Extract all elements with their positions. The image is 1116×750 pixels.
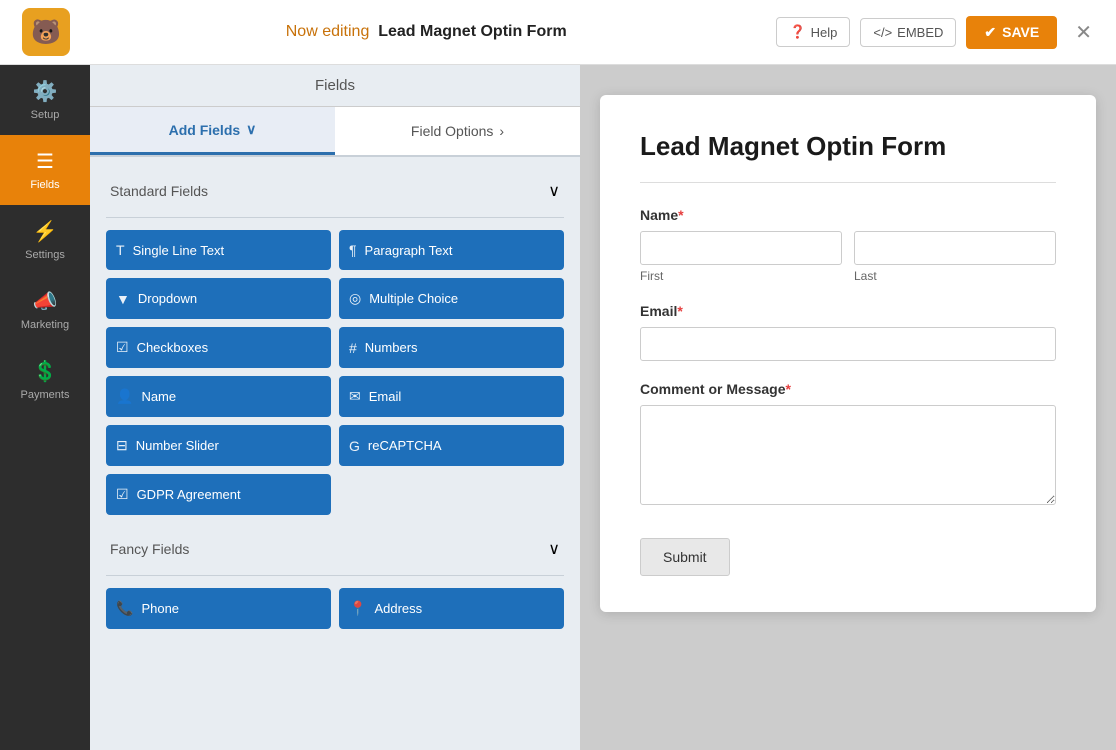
standard-fields-grid: T Single Line Text ¶ Paragraph Text ▼ Dr… (106, 230, 564, 515)
checkboxes-icon: ☑ (116, 339, 129, 356)
fancy-fields-title: Fancy Fields (110, 541, 189, 557)
address-icon: 📍 (349, 600, 366, 617)
form-name-title: Lead Magnet Optin Form (378, 23, 566, 40)
field-btn-name[interactable]: 👤 Name (106, 376, 331, 417)
help-button[interactable]: ❓ Help (776, 17, 850, 47)
form-divider (640, 182, 1056, 183)
sidebar-item-marketing[interactable]: 📣 Marketing (0, 275, 90, 345)
field-btn-multiple-choice[interactable]: ◎ Multiple Choice (339, 278, 564, 319)
email-input[interactable] (640, 327, 1056, 361)
slider-icon: ⊟ (116, 437, 128, 454)
sidebar: ⚙️ Setup ☰ Fields ⚡ Settings 📣 Marketing… (0, 65, 90, 750)
code-icon: </> (873, 25, 892, 40)
settings-icon: ⚡ (33, 219, 58, 244)
chevron-down-icon: ∨ (246, 121, 256, 138)
message-textarea[interactable] (640, 405, 1056, 505)
logo-bear-icon: 🐻 (22, 8, 70, 56)
sidebar-item-setup[interactable]: ⚙️ Setup (0, 65, 90, 135)
form-field-name: Name* First Last (640, 207, 1056, 283)
fields-icon: ☰ (36, 149, 54, 174)
field-btn-gdpr[interactable]: ☑ GDPR Agreement (106, 474, 331, 515)
field-btn-email[interactable]: ✉ Email (339, 376, 564, 417)
tabs-row: Add Fields ∨ Field Options › (90, 107, 580, 157)
panel-header: Fields (90, 65, 580, 107)
top-header: 🐻 Now editing Lead Magnet Optin Form ❓ H… (0, 0, 1116, 65)
embed-button[interactable]: </> EMBED (860, 18, 956, 47)
chevron-right-icon: › (499, 123, 504, 139)
form-preview-title: Lead Magnet Optin Form (640, 131, 1056, 162)
close-button[interactable]: ✕ (1067, 20, 1100, 45)
standard-fields-collapse-icon: ∨ (548, 181, 560, 201)
recaptcha-icon: G (349, 438, 360, 454)
standard-fields-section-header[interactable]: Standard Fields ∨ (106, 173, 564, 209)
first-label: First (640, 269, 842, 283)
center-panel: Fields Add Fields ∨ Field Options › Stan… (90, 65, 580, 750)
sidebar-label-fields: Fields (30, 179, 59, 191)
check-icon: ✔ (984, 24, 996, 41)
sidebar-label-marketing: Marketing (21, 319, 69, 331)
dropdown-icon: ▼ (116, 291, 130, 307)
field-btn-address[interactable]: 📍 Address (339, 588, 564, 629)
fancy-fields-collapse-icon: ∨ (548, 539, 560, 559)
now-editing-label: Now editing (286, 23, 370, 40)
text-icon: T (116, 242, 125, 258)
question-icon: ❓ (789, 24, 805, 40)
save-button[interactable]: ✔ SAVE (966, 16, 1057, 49)
fancy-fields-divider (106, 575, 564, 576)
field-btn-paragraph-text[interactable]: ¶ Paragraph Text (339, 230, 564, 270)
last-name-col: Last (854, 231, 1056, 283)
sidebar-label-payments: Payments (21, 389, 70, 401)
sidebar-label-setup: Setup (31, 109, 60, 121)
payments-icon: 💲 (33, 359, 58, 384)
tab-field-options[interactable]: Field Options › (335, 107, 580, 155)
email-label: Email* (640, 303, 1056, 319)
first-name-input[interactable] (640, 231, 842, 265)
setup-icon: ⚙️ (33, 79, 58, 104)
sidebar-label-settings: Settings (25, 249, 65, 261)
name-icon: 👤 (116, 388, 133, 405)
submit-button[interactable]: Submit (640, 538, 730, 576)
multiple-choice-icon: ◎ (349, 290, 361, 307)
header-actions: ❓ Help </> EMBED ✔ SAVE ✕ (776, 16, 1100, 49)
fancy-fields-grid: 📞 Phone 📍 Address (106, 588, 564, 629)
email-icon: ✉ (349, 388, 361, 405)
sidebar-item-payments[interactable]: 💲 Payments (0, 345, 90, 415)
phone-icon: 📞 (116, 600, 133, 617)
message-label: Comment or Message* (640, 381, 1056, 397)
field-btn-checkboxes[interactable]: ☑ Checkboxes (106, 327, 331, 368)
field-btn-phone[interactable]: 📞 Phone (106, 588, 331, 629)
first-name-col: First (640, 231, 842, 283)
logo-area: 🐻 (16, 8, 76, 56)
name-label: Name* (640, 207, 1056, 223)
paragraph-icon: ¶ (349, 242, 357, 258)
form-field-message: Comment or Message* (640, 381, 1056, 510)
gdpr-icon: ☑ (116, 486, 129, 503)
main-area: ⚙️ Setup ☰ Fields ⚡ Settings 📣 Marketing… (0, 65, 1116, 750)
field-btn-single-line-text[interactable]: T Single Line Text (106, 230, 331, 270)
header-title: Now editing Lead Magnet Optin Form (88, 23, 764, 41)
name-row: First Last (640, 231, 1056, 283)
fields-scroll[interactable]: Standard Fields ∨ T Single Line Text ¶ P… (90, 157, 580, 750)
standard-fields-title: Standard Fields (110, 183, 208, 199)
last-label: Last (854, 269, 1056, 283)
sidebar-item-settings[interactable]: ⚡ Settings (0, 205, 90, 275)
form-field-email: Email* (640, 303, 1056, 361)
field-btn-number-slider[interactable]: ⊟ Number Slider (106, 425, 331, 466)
tab-add-fields[interactable]: Add Fields ∨ (90, 107, 335, 155)
fancy-fields-section-header[interactable]: Fancy Fields ∨ (106, 531, 564, 567)
standard-fields-divider (106, 217, 564, 218)
form-card: Lead Magnet Optin Form Name* First Last (600, 95, 1096, 612)
last-name-input[interactable] (854, 231, 1056, 265)
field-btn-recaptcha[interactable]: G reCAPTCHA (339, 425, 564, 466)
numbers-icon: # (349, 340, 357, 356)
field-btn-numbers[interactable]: # Numbers (339, 327, 564, 368)
form-preview: Lead Magnet Optin Form Name* First Last (580, 65, 1116, 750)
marketing-icon: 📣 (33, 289, 58, 314)
sidebar-item-fields[interactable]: ☰ Fields (0, 135, 90, 205)
field-btn-dropdown[interactable]: ▼ Dropdown (106, 278, 331, 319)
